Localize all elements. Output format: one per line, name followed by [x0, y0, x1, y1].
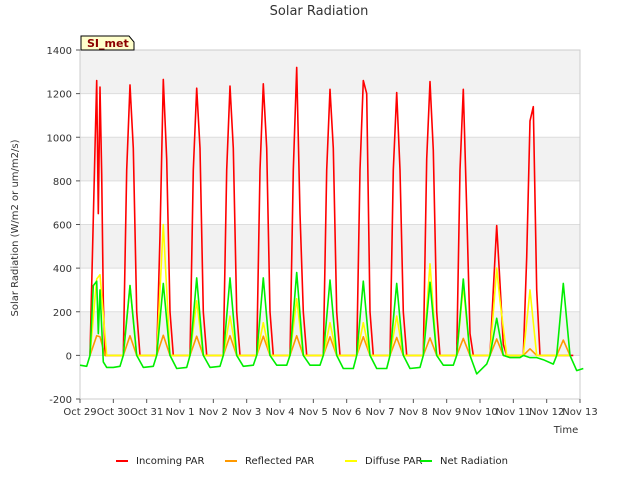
- x-tick-label: Oct 29: [63, 407, 96, 418]
- y-tick-label: 1400: [47, 46, 72, 57]
- x-tick-label: Nov 13: [562, 407, 597, 418]
- x-tick-label: Nov 6: [332, 407, 361, 418]
- y-tick-label: 800: [53, 177, 72, 188]
- y-tick-label: 400: [53, 264, 72, 275]
- legend-label: Reflected PAR: [245, 456, 314, 467]
- legend-item-incoming-par: Incoming PAR: [116, 456, 205, 467]
- x-tick-label: Nov 11: [496, 407, 531, 418]
- solar-radiation-chart: -2000200400600800100012001400 Oct 29 Oct …: [10, 4, 598, 467]
- y-axis-ticks: -200 0 200 400 600 800 1000 1200 1400: [47, 46, 80, 406]
- y-tick-label: 1000: [47, 133, 72, 144]
- x-axis-label: Time: [553, 425, 578, 436]
- y-tick-label: 600: [53, 221, 72, 232]
- y-tick-label: -200: [49, 395, 72, 406]
- chart-title: Solar Radiation: [270, 4, 369, 19]
- background-band: [80, 268, 580, 312]
- legend-item-reflected-par: Reflected PAR: [225, 456, 314, 467]
- x-tick-label: Nov 12: [529, 407, 564, 418]
- x-tick-label: Oct 31: [130, 407, 163, 418]
- x-tick-label: Nov 3: [232, 407, 261, 418]
- legend-label: Net Radiation: [440, 456, 508, 467]
- background-band: [80, 224, 580, 269]
- background-band: [80, 50, 580, 94]
- x-tick-label: Nov 7: [365, 407, 394, 418]
- legend-item-net-radiation: Net Radiation: [420, 456, 508, 467]
- x-tick-label: Nov 2: [199, 407, 228, 418]
- x-tick-label: Oct 30: [97, 407, 130, 418]
- background-band: [80, 137, 580, 181]
- x-tick-label: Nov 9: [432, 407, 461, 418]
- legend: Incoming PAR Reflected PAR Diffuse PAR Net …: [116, 456, 508, 467]
- site-label: SI_met: [87, 37, 129, 50]
- y-tick-label: 1200: [47, 90, 72, 101]
- y-tick-label: 200: [53, 308, 72, 319]
- x-tick-label: Nov 5: [299, 407, 328, 418]
- legend-label: Incoming PAR: [136, 456, 205, 467]
- legend-item-diffuse-par: Diffuse PAR: [345, 456, 422, 467]
- x-tick-label: Nov 8: [399, 407, 428, 418]
- x-tick-label: Nov 10: [462, 407, 497, 418]
- legend-label: Diffuse PAR: [365, 456, 422, 467]
- x-axis-ticks: Oct 29 Oct 30 Oct 31 Nov 1 Nov 2 Nov 3 Nov 4 No…: [63, 399, 598, 418]
- background-band: [80, 180, 580, 225]
- y-axis-label: Solar Radiation (W/m2 or um/m2/s): [10, 139, 21, 316]
- y-tick-label: 0: [66, 351, 72, 362]
- x-tick-label: Nov 4: [265, 407, 294, 418]
- x-tick-label: Nov 1: [165, 407, 194, 418]
- site-label-badge: SI_met: [80, 35, 135, 51]
